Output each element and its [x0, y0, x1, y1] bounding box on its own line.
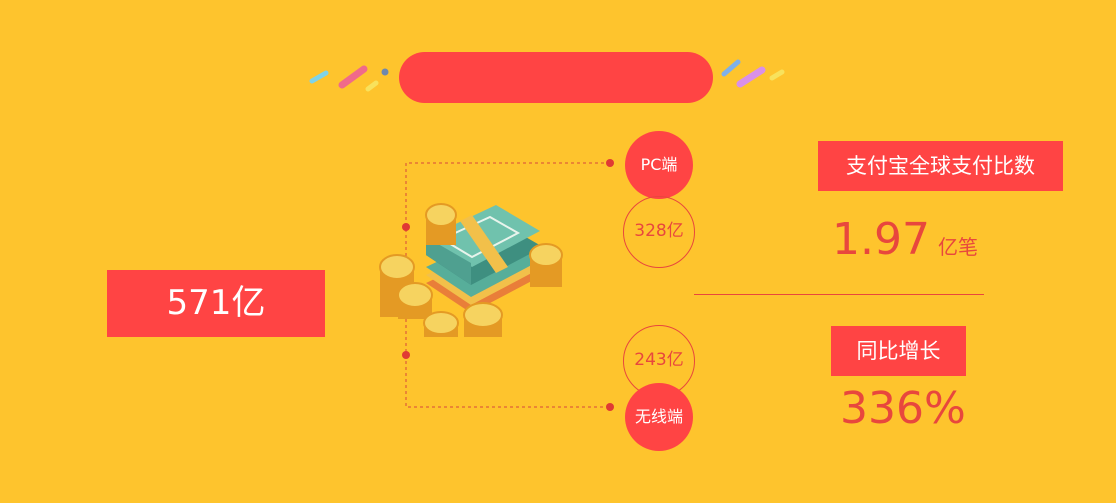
confetti-left-icon	[309, 65, 389, 92]
pc-value-badge: 328亿	[623, 196, 695, 268]
payment-count-unit: 亿笔	[937, 235, 978, 259]
pc-label-badge: PC端	[625, 131, 693, 199]
money-stack-icon	[379, 203, 563, 337]
payment-count-label: 支付宝全球支付比数	[818, 141, 1063, 191]
infographic-canvas: 571亿 PC端 328亿 243亿 无线端 支付宝全球支付比数 1.97 亿笔…	[0, 0, 1116, 503]
confetti-right-icon	[721, 59, 785, 88]
mobile-label-badge: 无线端	[625, 383, 693, 451]
payment-count-stat: 1.97 亿笔	[832, 212, 978, 268]
growth-value: 336%	[840, 383, 966, 434]
divider	[694, 294, 984, 295]
payment-count-value: 1.97	[832, 214, 930, 265]
title-banner	[399, 52, 713, 103]
total-amount: 571亿	[107, 270, 325, 337]
growth-label: 同比增长	[831, 326, 966, 376]
